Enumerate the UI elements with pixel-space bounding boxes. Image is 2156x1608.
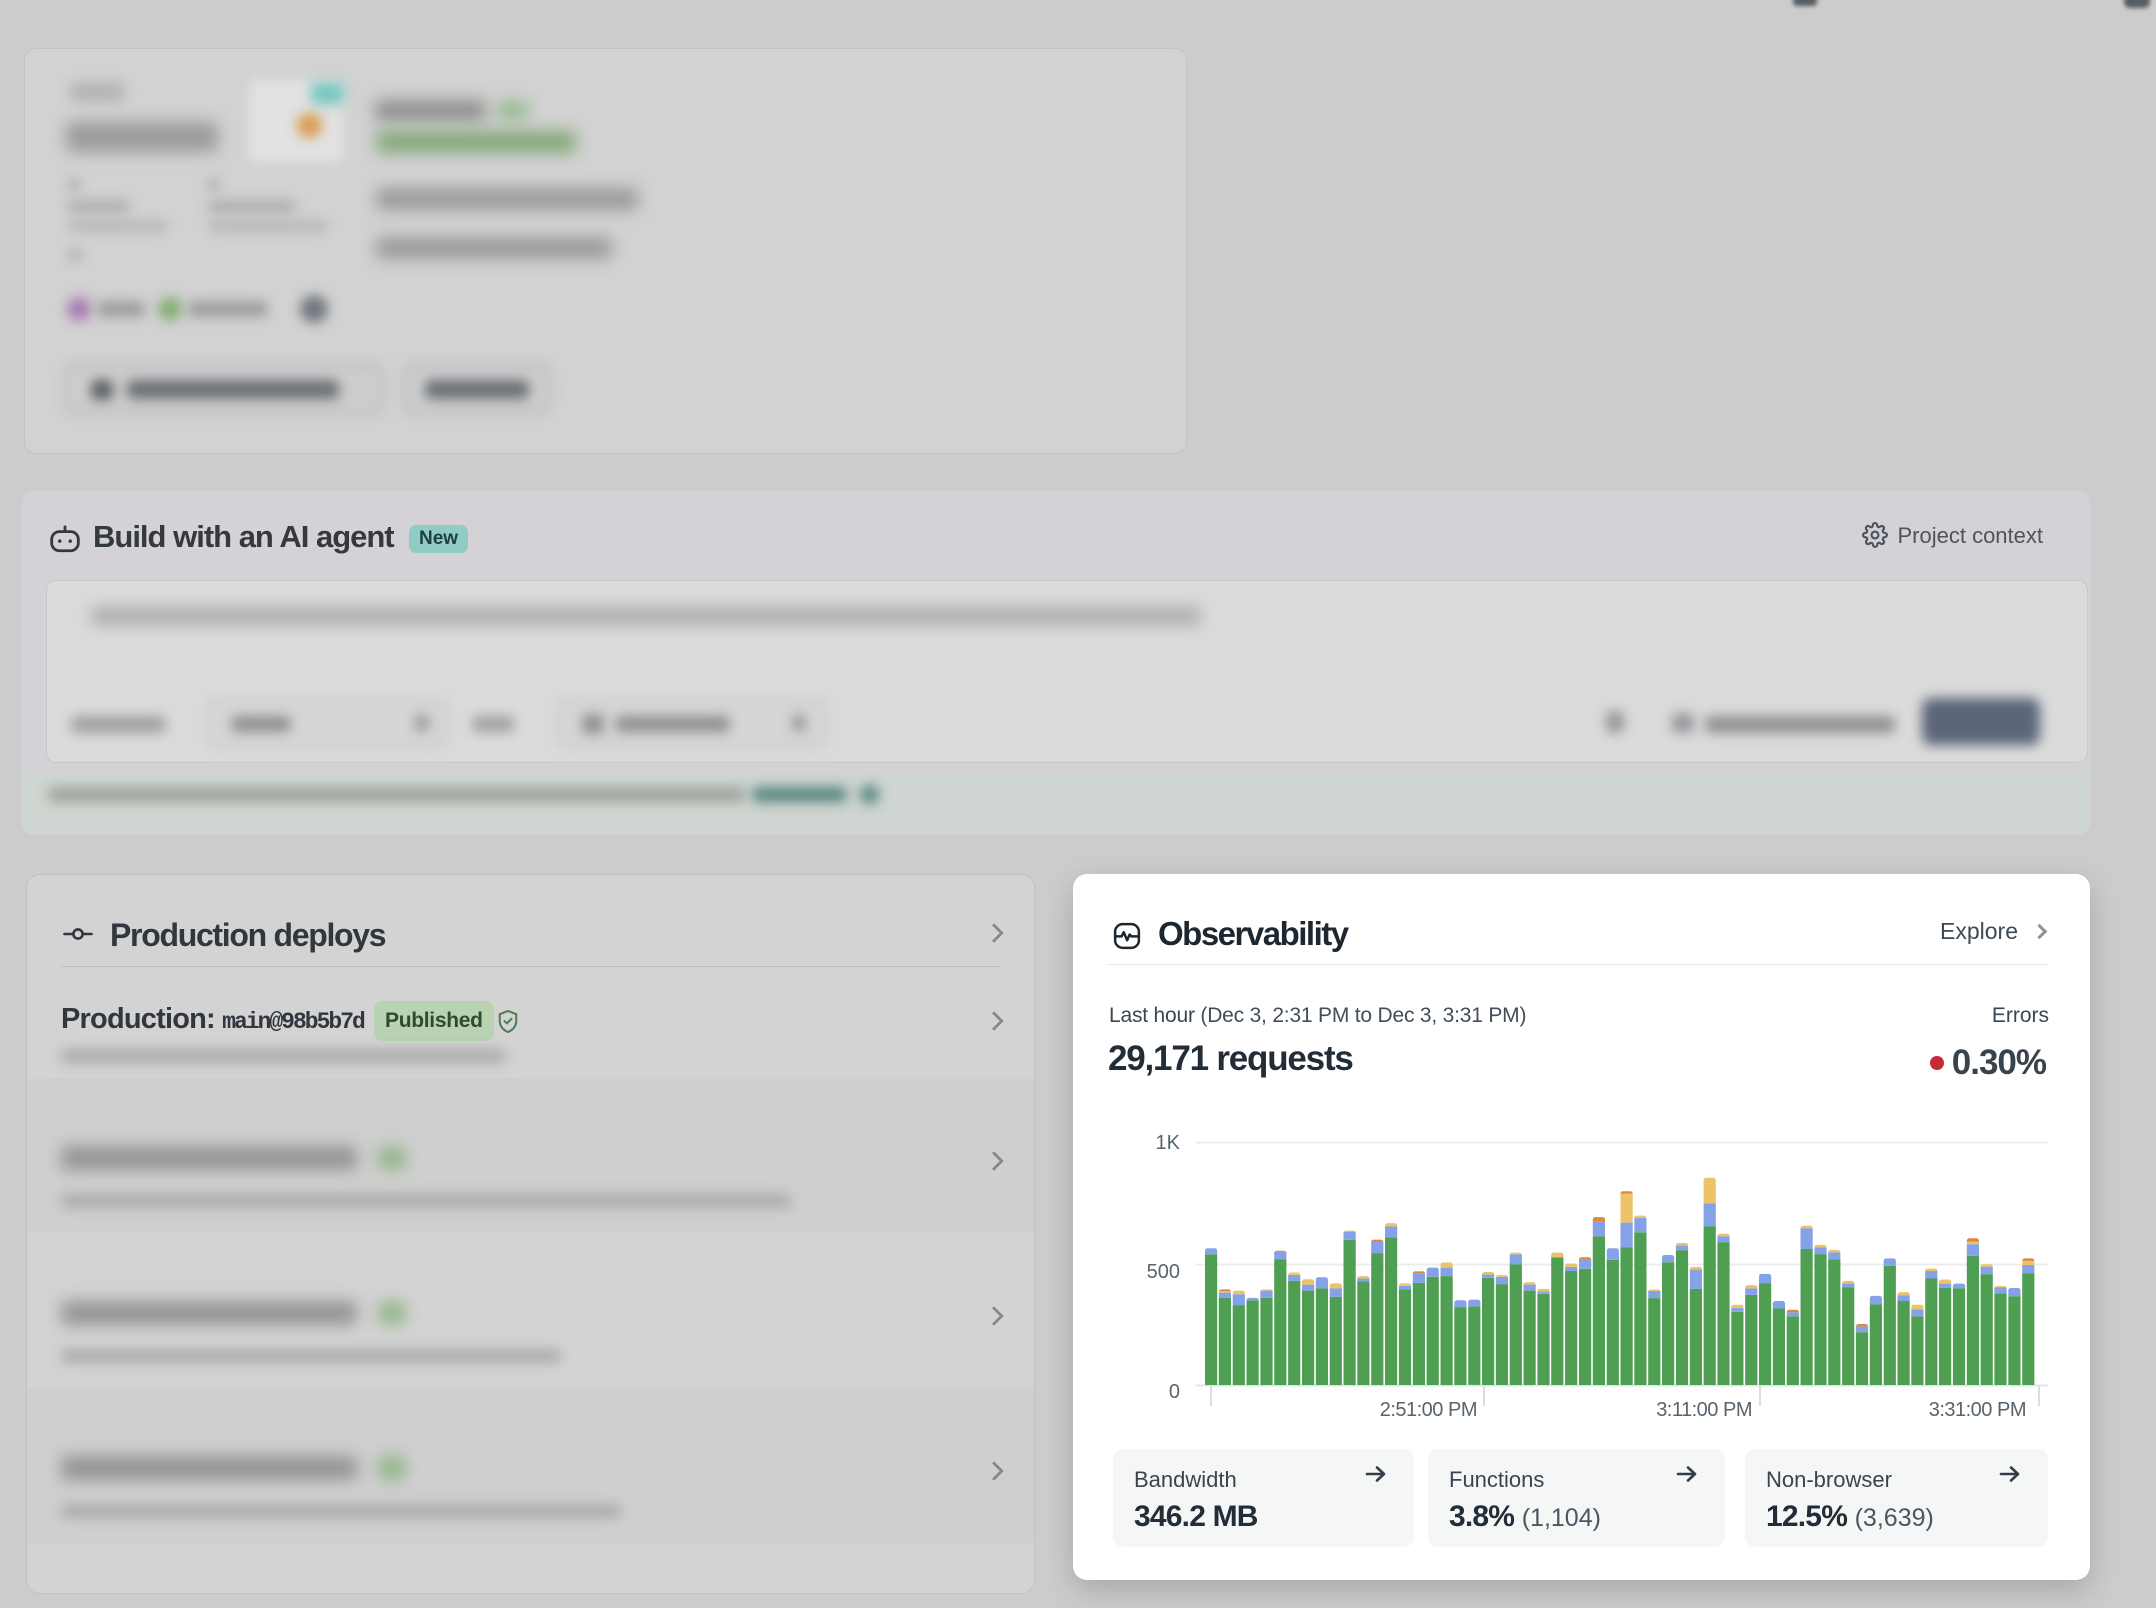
svg-text:3:11:00 PM: 3:11:00 PM bbox=[1656, 1399, 1752, 1421]
svg-text:3:31:00 PM: 3:31:00 PM bbox=[1929, 1399, 2026, 1421]
svg-text:2:51:00 PM: 2:51:00 PM bbox=[1380, 1399, 1477, 1421]
svg-text:0: 0 bbox=[1169, 1381, 1180, 1403]
svg-text:1K: 1K bbox=[1156, 1132, 1181, 1154]
svg-text:500: 500 bbox=[1147, 1261, 1180, 1283]
